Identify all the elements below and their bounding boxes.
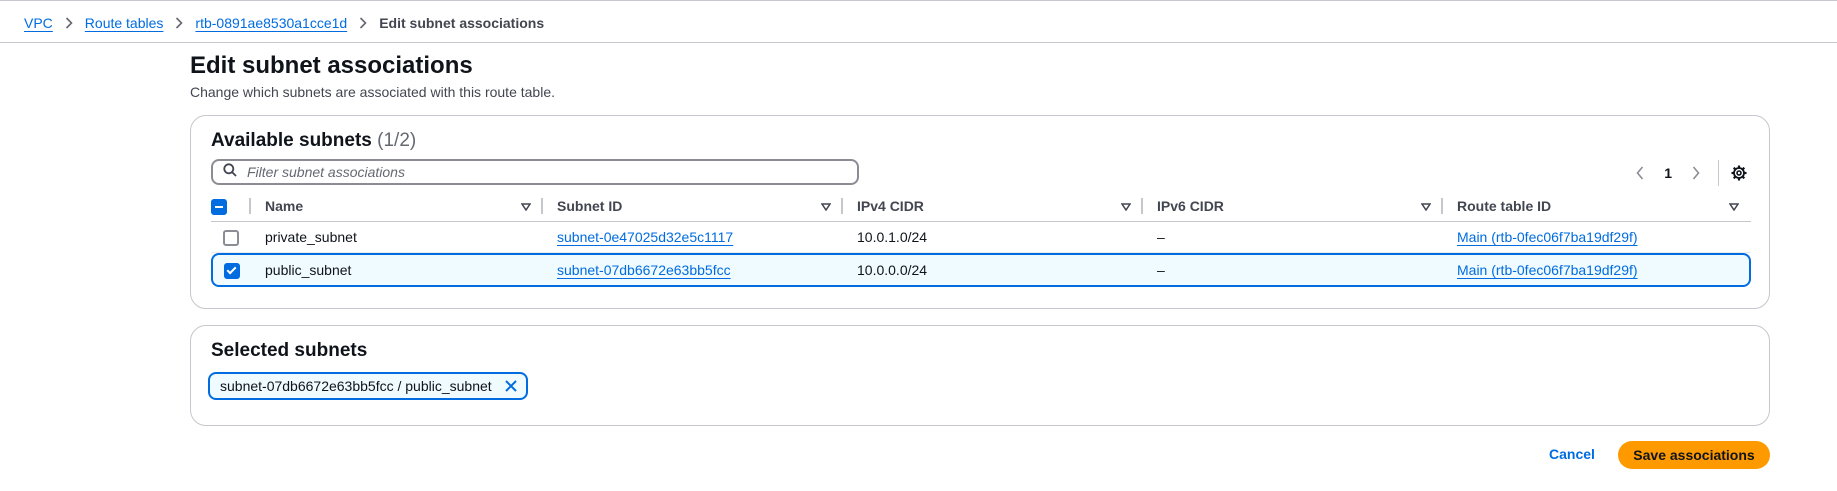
select-all-header[interactable] <box>211 191 251 222</box>
ipv6-cidr: – <box>1157 229 1165 245</box>
sort-caret-down-icon[interactable] <box>820 198 832 214</box>
row-checkbox[interactable] <box>223 229 239 246</box>
chevron-right-icon <box>175 17 184 29</box>
row-checkbox[interactable] <box>224 262 240 279</box>
pagination: 1 <box>1630 160 1749 186</box>
page-number[interactable]: 1 <box>1664 165 1672 181</box>
column-label-ipv4: IPv4 CIDR <box>857 198 924 214</box>
table-row[interactable]: private_subnet subnet-0e47025d32e5c1117 … <box>211 222 1751 253</box>
sort-caret-down-icon[interactable] <box>520 198 532 214</box>
filter-input[interactable] <box>245 163 829 181</box>
settings-gear-icon[interactable] <box>1729 165 1749 181</box>
search-icon <box>223 162 237 182</box>
ipv4-cidr: 10.0.1.0/24 <box>857 229 928 245</box>
header-divider <box>0 42 1837 43</box>
column-label-subnet-id: Subnet ID <box>557 198 623 214</box>
subnets-table: Name Subnet ID IPv4 CIDR IPv6 CIDR Route… <box>211 191 1751 287</box>
subnet-name: private_subnet <box>265 229 357 245</box>
ipv6-cidr: – <box>1157 262 1165 278</box>
column-label-name: Name <box>265 198 304 214</box>
selected-subnets-container: Selected subnets subnet-07db6672e63bb5fc… <box>190 325 1770 426</box>
chevron-right-icon <box>359 17 367 29</box>
filter-box[interactable] <box>211 159 859 185</box>
subnet-id-link[interactable]: subnet-0e47025d32e5c1117 <box>557 229 733 245</box>
subnet-name: public_subnet <box>265 262 352 278</box>
column-header-route-table-id[interactable]: Route table ID <box>1443 191 1751 222</box>
available-subnets-count: (1/2) <box>377 130 417 151</box>
sort-caret-down-icon[interactable] <box>1420 198 1432 214</box>
route-table-link[interactable]: Main (rtb-0fec06f7ba19df29f) <box>1457 262 1638 278</box>
breadcrumb-route-table-id[interactable]: rtb-0891ae8530a1cce1d <box>195 15 347 31</box>
column-header-ipv4-cidr[interactable]: IPv4 CIDR <box>843 191 1143 222</box>
column-label-ipv6: IPv6 CIDR <box>1157 198 1224 214</box>
close-icon[interactable] <box>504 379 518 393</box>
row-checkbox-cell[interactable] <box>211 253 251 287</box>
page-title: Edit subnet associations <box>190 52 473 79</box>
column-header-name[interactable]: Name <box>251 191 543 222</box>
previous-page-icon[interactable] <box>1630 166 1650 180</box>
column-header-ipv6-cidr[interactable]: IPv6 CIDR <box>1143 191 1443 222</box>
next-page-icon[interactable] <box>1686 166 1706 180</box>
table-row-selected[interactable]: public_subnet subnet-07db6672e63bb5fcc 1… <box>211 253 1751 287</box>
breadcrumb: VPC Route tables rtb-0891ae8530a1cce1d E… <box>24 12 544 34</box>
column-header-subnet-id[interactable]: Subnet ID <box>543 191 843 222</box>
page-description: Change which subnets are associated with… <box>190 84 555 100</box>
top-border <box>0 0 1837 1</box>
breadcrumb-vpc[interactable]: VPC <box>24 15 53 31</box>
save-associations-button[interactable]: Save associations <box>1618 441 1770 469</box>
token-label: subnet-07db6672e63bb5fcc / public_subnet <box>220 378 492 394</box>
available-subnets-container: Available subnets (1/2) 1 <box>190 115 1770 309</box>
table-header-row: Name Subnet ID IPv4 CIDR IPv6 CIDR Route… <box>211 191 1751 222</box>
chevron-right-icon <box>65 17 73 29</box>
pager-divider <box>1718 160 1719 186</box>
sort-caret-down-icon[interactable] <box>1728 198 1740 214</box>
breadcrumb-current: Edit subnet associations <box>379 15 545 31</box>
available-subnets-title: Available subnets <box>211 130 372 151</box>
sort-caret-down-icon[interactable] <box>1120 198 1132 214</box>
subnet-id-link[interactable]: subnet-07db6672e63bb5fcc <box>557 262 731 278</box>
breadcrumb-route-tables[interactable]: Route tables <box>85 15 164 31</box>
cancel-button[interactable]: Cancel <box>1549 446 1595 462</box>
route-table-link[interactable]: Main (rtb-0fec06f7ba19df29f) <box>1457 229 1638 245</box>
column-label-route-table: Route table ID <box>1457 198 1552 214</box>
available-subnets-header: Available subnets (1/2) <box>211 130 416 152</box>
selected-subnets-title: Selected subnets <box>211 340 368 361</box>
row-checkbox-cell[interactable] <box>211 222 251 253</box>
selected-subnet-token: subnet-07db6672e63bb5fcc / public_subnet <box>208 372 528 400</box>
select-all-checkbox[interactable] <box>211 198 227 215</box>
ipv4-cidr: 10.0.0.0/24 <box>857 262 928 278</box>
